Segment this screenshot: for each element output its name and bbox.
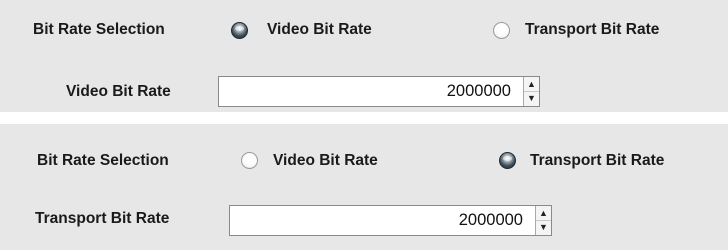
bit-rate-selection-label: Bit Rate Selection — [37, 152, 169, 169]
transport-bit-rate-radio[interactable] — [493, 22, 510, 39]
transport-bit-rate-input[interactable]: 2000000 — [459, 206, 523, 235]
spin-up-icon[interactable]: ▲ — [536, 206, 551, 221]
transport-bit-rate-field-label: Transport Bit Rate — [35, 210, 170, 227]
video-bit-rate-field-label: Video Bit Rate — [66, 83, 171, 100]
bit-rate-selection-label: Bit Rate Selection — [33, 21, 165, 38]
spin-up-icon[interactable]: ▲ — [524, 77, 539, 92]
bit-rate-panel-transport: Bit Rate Selection Video Bit Rate Transp… — [0, 124, 728, 250]
bit-rate-panel-video: Bit Rate Selection Video Bit Rate Transp… — [0, 0, 728, 112]
spin-down-icon[interactable]: ▼ — [524, 91, 539, 105]
video-bit-rate-radio[interactable] — [231, 22, 248, 39]
spinner-buttons: ▲ ▼ — [535, 206, 551, 235]
video-bit-rate-radio-label[interactable]: Video Bit Rate — [267, 20, 372, 40]
spinner-buttons: ▲ ▼ — [523, 77, 539, 106]
video-bit-rate-input[interactable]: 2000000 — [447, 77, 511, 106]
transport-bit-rate-spinner[interactable]: 2000000 ▲ ▼ — [229, 205, 552, 236]
spin-down-icon[interactable]: ▼ — [536, 220, 551, 234]
transport-bit-rate-radio-label[interactable]: Transport Bit Rate — [530, 151, 664, 171]
video-bit-rate-spinner[interactable]: 2000000 ▲ ▼ — [218, 76, 540, 107]
video-bit-rate-radio[interactable] — [241, 152, 258, 169]
transport-bit-rate-radio-label[interactable]: Transport Bit Rate — [525, 20, 659, 40]
transport-bit-rate-radio[interactable] — [499, 152, 516, 169]
video-bit-rate-radio-label[interactable]: Video Bit Rate — [273, 151, 378, 171]
